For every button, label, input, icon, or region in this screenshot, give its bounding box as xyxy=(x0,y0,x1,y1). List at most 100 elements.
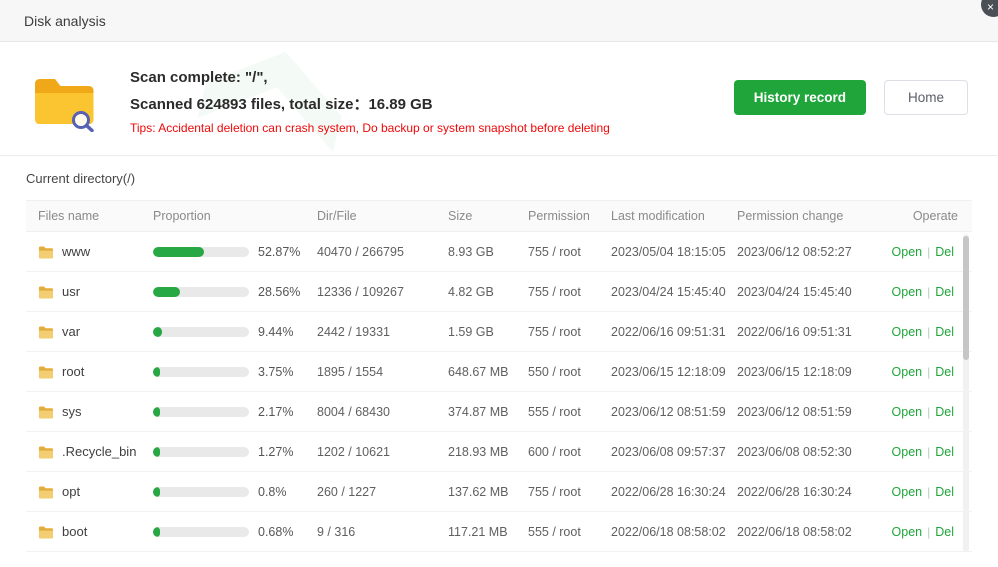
proportion-bar xyxy=(153,527,249,537)
window-title: Disk analysis xyxy=(24,13,106,29)
folder-icon xyxy=(38,325,53,339)
del-link[interactable]: Del xyxy=(935,245,954,259)
dir-file-count: 40470 / 266795 xyxy=(317,245,448,259)
permission-change: 2023/06/12 08:52:27 xyxy=(737,245,864,259)
operate-separator: | xyxy=(927,365,930,379)
permission-change: 2023/06/12 08:51:59 xyxy=(737,405,864,419)
size-value: 1.59 GB xyxy=(448,325,528,339)
open-link[interactable]: Open xyxy=(892,365,923,379)
open-link[interactable]: Open xyxy=(892,485,923,499)
proportion-bar xyxy=(153,247,249,257)
column-header-size: Size xyxy=(448,209,528,223)
header-buttons: History record Home xyxy=(734,68,968,137)
operate-separator: | xyxy=(927,245,930,259)
dir-file-count: 1895 / 1554 xyxy=(317,365,448,379)
file-name: sys xyxy=(62,404,82,419)
last-modification: 2023/06/08 09:57:37 xyxy=(611,445,737,459)
table-header-row: Files name Proportion Dir/File Size Perm… xyxy=(26,200,972,232)
table-row: var 9.44% 2442 / 19331 1.59 GB 755 / roo… xyxy=(26,312,972,352)
history-record-button[interactable]: History record xyxy=(734,80,866,115)
operate-cell: Open | Del xyxy=(864,285,972,299)
proportion-bar xyxy=(153,367,249,377)
size-value: 374.87 MB xyxy=(448,405,528,419)
scan-summary-header: Scan complete: "/", Scanned 624893 files… xyxy=(0,42,998,155)
operate-cell: Open | Del xyxy=(864,485,972,499)
column-header-files-name: Files name xyxy=(38,209,153,223)
folder-icon xyxy=(38,485,53,499)
permission-change: 2023/06/08 08:52:30 xyxy=(737,445,864,459)
proportion-value: 0.68% xyxy=(258,525,293,539)
column-header-permission-change: Permission change xyxy=(737,209,864,223)
dir-file-count: 2442 / 19331 xyxy=(317,325,448,339)
dir-file-count: 12336 / 109267 xyxy=(317,285,448,299)
open-link[interactable]: Open xyxy=(892,285,923,299)
warning-tips: Tips: Accidental deletion can crash syst… xyxy=(130,121,734,135)
column-header-operate: Operate xyxy=(864,209,972,223)
operate-separator: | xyxy=(927,325,930,339)
dir-file-count: 9 / 316 xyxy=(317,525,448,539)
scrollbar-thumb[interactable] xyxy=(963,236,969,360)
proportion-value: 52.87% xyxy=(258,245,300,259)
del-link[interactable]: Del xyxy=(935,485,954,499)
del-link[interactable]: Del xyxy=(935,445,954,459)
column-header-dir-file: Dir/File xyxy=(317,209,448,223)
operate-cell: Open|Del xyxy=(864,405,972,419)
proportion-value: 0.8% xyxy=(258,485,287,499)
file-name: root xyxy=(62,364,84,379)
scan-info: Scan complete: "/", Scanned 624893 files… xyxy=(130,68,734,137)
size-value: 137.62 MB xyxy=(448,485,528,499)
permission-change: 2023/06/15 12:18:09 xyxy=(737,365,864,379)
permission-change: 2022/06/18 08:58:02 xyxy=(737,525,864,539)
permission-value: 755 / root xyxy=(528,245,611,259)
file-name: boot xyxy=(62,524,87,539)
folder-search-icon xyxy=(30,68,130,137)
proportion-value: 2.17% xyxy=(258,405,293,419)
permission-change: 2022/06/16 09:51:31 xyxy=(737,325,864,339)
permission-change: 2023/04/24 15:45:40 xyxy=(737,285,864,299)
last-modification: 2022/06/16 09:51:31 xyxy=(611,325,737,339)
del-link[interactable]: Del xyxy=(935,325,954,339)
del-link[interactable]: Del xyxy=(935,525,954,539)
table-body: www 52.87% 40470 / 266795 8.93 GB 755 / … xyxy=(26,232,972,552)
proportion-value: 1.27% xyxy=(258,445,293,459)
column-header-proportion: Proportion xyxy=(153,209,317,223)
del-link[interactable]: Del xyxy=(935,365,954,379)
open-link[interactable]: Open xyxy=(892,245,923,259)
proportion-bar xyxy=(153,287,249,297)
open-link[interactable]: Open xyxy=(892,525,923,539)
permission-value: 600 / root xyxy=(528,445,611,459)
open-link[interactable]: Open xyxy=(892,405,923,419)
operate-cell: Open | Del xyxy=(864,365,972,379)
file-name: usr xyxy=(62,284,80,299)
folder-icon xyxy=(38,405,53,419)
open-link[interactable]: Open xyxy=(892,325,923,339)
last-modification: 2023/05/04 18:15:05 xyxy=(611,245,737,259)
permission-value: 550 / root xyxy=(528,365,611,379)
operate-separator: | xyxy=(927,525,930,539)
table-scrollbar[interactable] xyxy=(963,234,969,552)
dir-file-count: 260 / 1227 xyxy=(317,485,448,499)
folder-icon xyxy=(38,285,53,299)
folder-icon xyxy=(38,365,53,379)
operate-separator: | xyxy=(927,485,930,499)
open-link[interactable]: Open xyxy=(892,445,923,459)
table-row: .Recycle_bin 1.27% 1202 / 10621 218.93 M… xyxy=(26,432,972,472)
file-name: opt xyxy=(62,484,80,499)
proportion-bar xyxy=(153,407,249,417)
last-modification: 2023/06/12 08:51:59 xyxy=(611,405,737,419)
operate-separator: | xyxy=(927,285,930,299)
scan-result-line1: Scan complete: "/", xyxy=(130,70,734,85)
size-value: 648.67 MB xyxy=(448,365,528,379)
last-modification: 2022/06/18 08:58:02 xyxy=(611,525,737,539)
last-modification: 2022/06/28 16:30:24 xyxy=(611,485,737,499)
del-link[interactable]: Del xyxy=(935,405,954,419)
permission-value: 755 / root xyxy=(528,285,611,299)
del-link[interactable]: Del xyxy=(935,285,954,299)
file-name: www xyxy=(62,244,90,259)
permission-value: 755 / root xyxy=(528,485,611,499)
window-titlebar: Disk analysis xyxy=(0,0,998,42)
home-button[interactable]: Home xyxy=(884,80,968,115)
permission-value: 555 / root xyxy=(528,405,611,419)
disk-usage-table: Files name Proportion Dir/File Size Perm… xyxy=(26,200,972,552)
proportion-bar xyxy=(153,487,249,497)
